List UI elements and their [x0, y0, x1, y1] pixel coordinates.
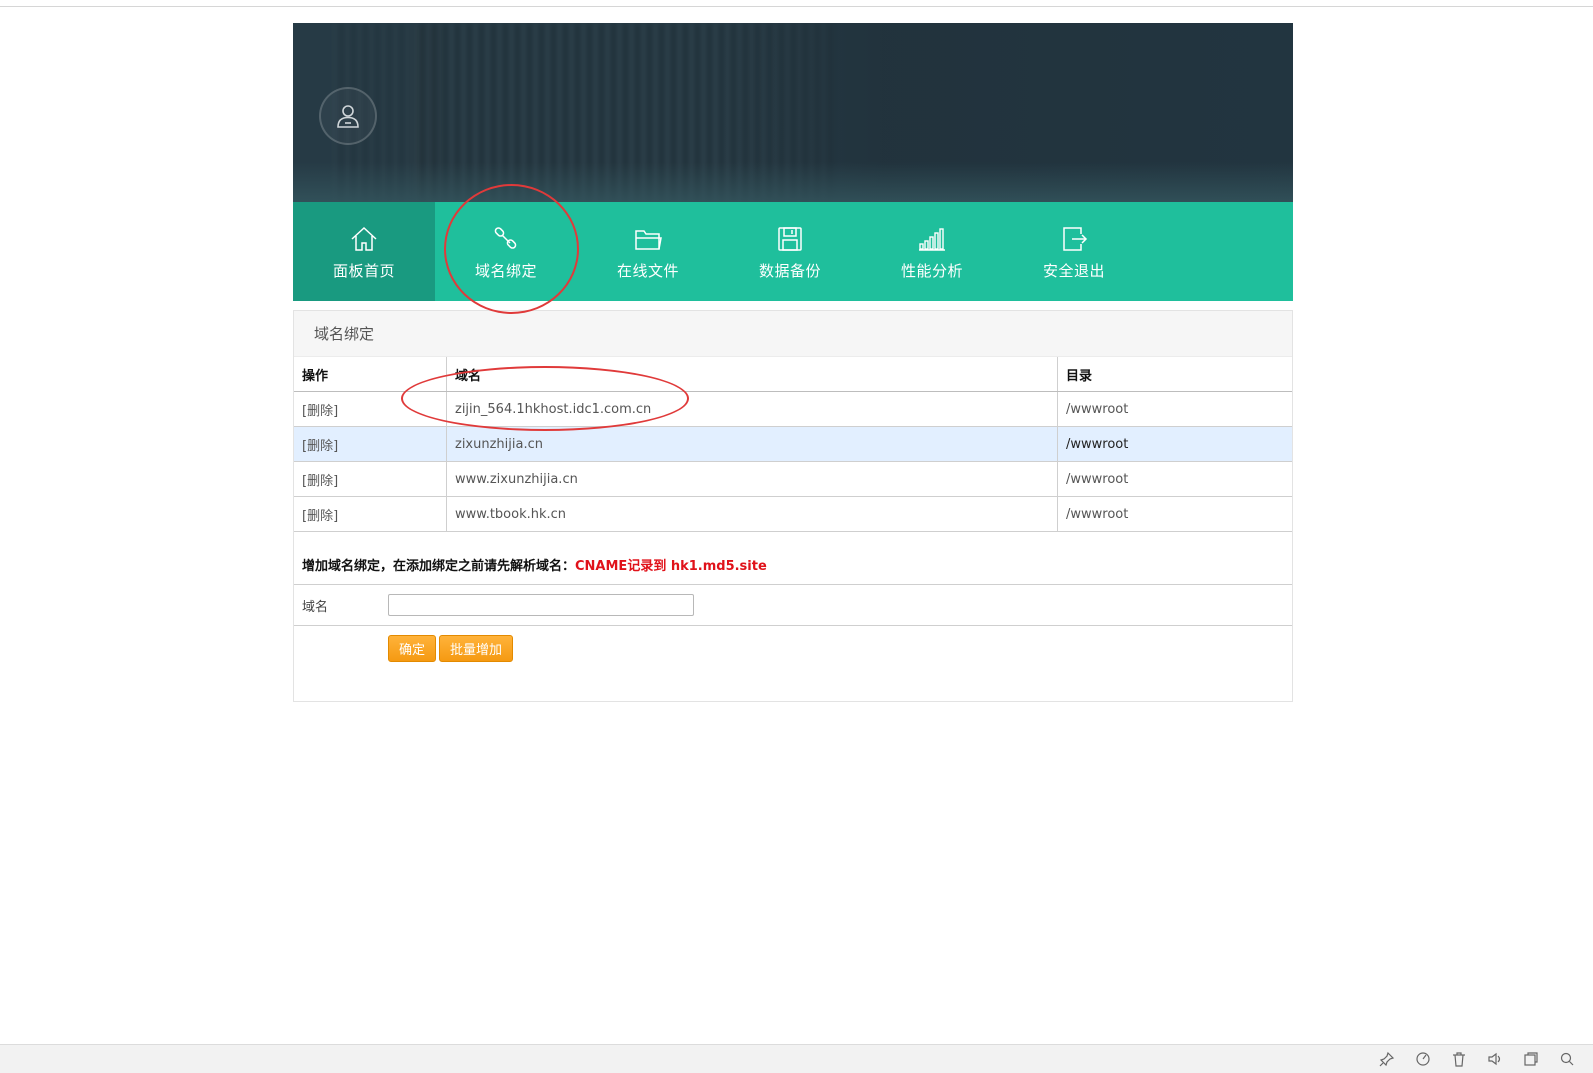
delete-link[interactable]: [删除] [302, 509, 338, 524]
column-header-directory: 目录 [1057, 357, 1292, 392]
column-header-domain: 域名 [446, 357, 1058, 392]
add-binding-instruction: 增加域名绑定，在添加绑定之前请先解析域名： [302, 559, 576, 574]
domain-cell: www.tbook.hk.cn [446, 496, 1058, 532]
nav-item-label: 域名绑定 [474, 262, 537, 280]
zoom-icon[interactable] [1559, 1051, 1575, 1067]
nav-item-performance[interactable]: 性能分析 [861, 202, 1003, 301]
table-row: [删除] zijin_564.1hkhost.idc1.com.cn /wwwr… [294, 391, 1292, 427]
table-row: [删除] zixunzhijia.cn /wwwroot [294, 426, 1292, 462]
directory-cell: /wwwroot [1057, 426, 1292, 462]
folder-icon [635, 230, 662, 250]
table-row: [删除] www.zixunzhijia.cn /wwwroot [294, 461, 1292, 497]
delete-link[interactable]: [删除] [302, 474, 338, 489]
column-header-action: 操作 [294, 357, 447, 392]
nav-item-home[interactable]: 面板首页 [293, 202, 435, 301]
panel-title: 域名绑定 [294, 311, 1292, 357]
save-icon [778, 227, 802, 251]
nav-item-data-backup[interactable]: 数据备份 [719, 202, 861, 301]
table-header-row: 操作 域名 目录 [294, 357, 1292, 392]
nav-item-online-files[interactable]: 在线文件 [577, 202, 719, 301]
domain-form-row: 域名 [294, 585, 1292, 626]
banner-fog [293, 162, 1293, 202]
table-row: [删除] www.tbook.hk.cn /wwwroot [294, 496, 1292, 532]
user-icon [337, 105, 359, 128]
nav-item-label: 安全退出 [1042, 262, 1105, 280]
batch-add-button[interactable]: 批量增加 [439, 635, 514, 662]
link-icon [494, 227, 517, 249]
nav-item-label: 性能分析 [900, 262, 963, 280]
delete-link[interactable]: [删除] [302, 404, 338, 419]
main-nav: 面板首页 域名绑定 在线文件 数据备份 性能分析 安全退出 [293, 202, 1293, 301]
domain-cell: www.zixunzhijia.cn [446, 461, 1058, 497]
confirm-button[interactable]: 确定 [388, 635, 437, 662]
bar-chart-icon [919, 228, 945, 251]
domain-cell: zijin_564.1hkhost.idc1.com.cn [446, 391, 1058, 427]
browser-status-bar [0, 1044, 1593, 1073]
delete-link[interactable]: [删除] [302, 439, 338, 454]
nav-item-label: 数据备份 [758, 262, 821, 280]
domain-cell: zixunzhijia.cn [446, 426, 1058, 462]
trash-icon[interactable] [1451, 1051, 1467, 1067]
header-banner [293, 23, 1293, 202]
avatar[interactable] [319, 87, 377, 145]
directory-cell: /wwwroot [1057, 391, 1292, 427]
domain-table: 操作 域名 目录 [删除] zijin_564.1hkhost.idc1.com… [294, 357, 1292, 532]
nav-item-label: 面板首页 [332, 262, 395, 280]
logout-icon [1063, 227, 1088, 251]
speed-icon[interactable] [1415, 1051, 1431, 1067]
directory-cell: /wwwroot [1057, 461, 1292, 497]
pin-icon[interactable] [1379, 1051, 1395, 1067]
nav-item-logout[interactable]: 安全退出 [1003, 202, 1145, 301]
domain-field-label: 域名 [302, 599, 329, 615]
directory-cell: /wwwroot [1057, 496, 1292, 532]
domain-input[interactable] [388, 594, 694, 616]
browser-top-edge [0, 0, 1593, 7]
volume-icon[interactable] [1487, 1051, 1503, 1067]
add-binding-title: 增加域名绑定，在添加绑定之前请先解析域名：CNAME记录到 hk1.md5.si… [294, 532, 1292, 585]
cname-hint: CNAME记录到 hk1.md5.site [575, 559, 767, 574]
panel-container: 面板首页 域名绑定 在线文件 数据备份 性能分析 安全退出 域名绑定 操作 域名… [293, 23, 1293, 702]
domain-binding-panel: 域名绑定 操作 域名 目录 [删除] zijin_564.1hkhost.idc… [293, 310, 1293, 702]
home-icon [351, 226, 377, 251]
status-bar-icons [1379, 1051, 1575, 1067]
form-buttons: 确定 批量增加 [294, 626, 1292, 662]
nav-item-label: 在线文件 [616, 262, 679, 280]
nav-item-domain-binding[interactable]: 域名绑定 [435, 202, 577, 301]
window-icon[interactable] [1523, 1051, 1539, 1067]
